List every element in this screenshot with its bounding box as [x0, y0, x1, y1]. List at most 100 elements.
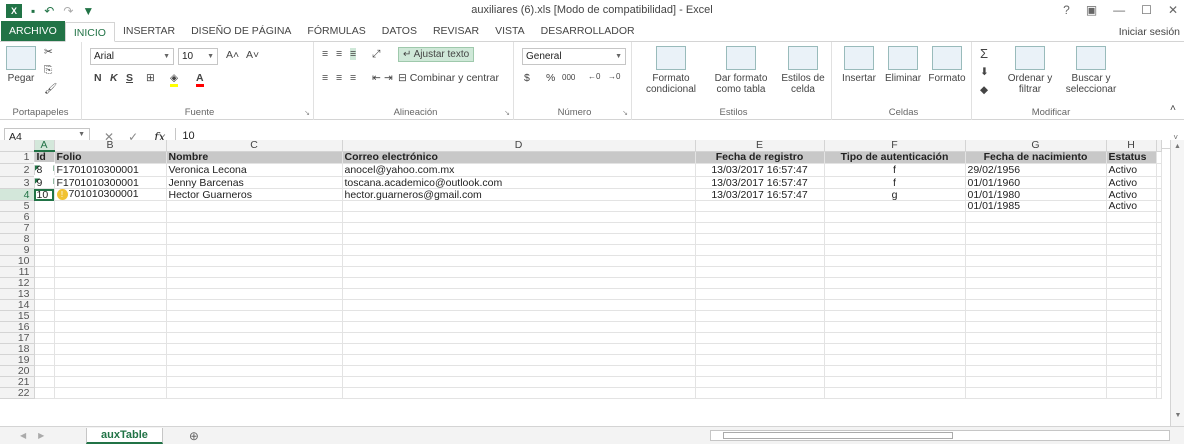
cell[interactable] [34, 376, 55, 388]
redo-icon[interactable]: ↷ [63, 4, 73, 18]
cell[interactable]: f [824, 163, 966, 177]
row-header[interactable]: 15 [0, 310, 35, 322]
cell[interactable] [166, 365, 343, 377]
cell[interactable] [965, 255, 1107, 267]
cell[interactable] [342, 376, 696, 388]
column-title-cell[interactable]: Tipo de autenticación [824, 151, 966, 164]
cell-empty[interactable] [1156, 266, 1162, 278]
cell[interactable] [1106, 321, 1157, 333]
cell[interactable] [342, 365, 696, 377]
row-header[interactable]: 2 [0, 163, 35, 177]
cell[interactable]: 9 [34, 175, 55, 189]
cell[interactable] [965, 211, 1107, 223]
cell[interactable] [824, 310, 966, 322]
cell[interactable]: Activo [1106, 163, 1157, 177]
cell[interactable] [34, 222, 55, 234]
cell[interactable] [54, 255, 167, 267]
maximize-button[interactable]: ☐ [1141, 3, 1152, 17]
shrink-font-icon[interactable]: A˅ [246, 49, 259, 61]
cell[interactable] [342, 332, 696, 344]
cell-empty[interactable] [1156, 163, 1162, 177]
row-header[interactable]: 6 [0, 211, 35, 223]
cell[interactable] [824, 343, 966, 355]
cell[interactable] [166, 288, 343, 300]
cell[interactable] [824, 233, 966, 245]
cell[interactable] [342, 354, 696, 366]
help-icon[interactable]: ? [1063, 3, 1070, 17]
cell-empty[interactable] [1156, 354, 1162, 366]
cell[interactable]: hector.guarneros@gmail.com [342, 188, 696, 201]
cell[interactable] [166, 299, 343, 311]
dialog-launcher-icon[interactable]: ↘ [504, 109, 510, 117]
cell[interactable] [695, 288, 825, 300]
cell-empty[interactable] [1156, 188, 1162, 201]
tab-desarrollador[interactable]: DESARROLLADOR [533, 21, 643, 41]
cut-icon[interactable]: ✂ [44, 46, 53, 58]
cell[interactable] [965, 365, 1107, 377]
cell[interactable]: 13/03/2017 16:57:47 [695, 163, 825, 177]
cell[interactable] [34, 288, 55, 300]
cell[interactable] [54, 332, 167, 344]
column-title-cell[interactable]: Correo electrónico [342, 151, 696, 164]
scroll-thumb[interactable] [723, 432, 953, 439]
cell[interactable] [1106, 288, 1157, 300]
cell[interactable] [54, 387, 167, 399]
increase-indent-icon[interactable]: ⇥ [384, 72, 393, 84]
thousands-button[interactable]: 000 [562, 73, 575, 82]
cell[interactable] [824, 387, 966, 399]
align-middle-icon[interactable]: ≡ [336, 48, 342, 60]
cell[interactable] [342, 288, 696, 300]
row-header[interactable]: 11 [0, 266, 35, 278]
cell[interactable] [1106, 244, 1157, 256]
column-title-cell[interactable]: Folio [54, 151, 167, 164]
currency-button[interactable]: $ [524, 72, 530, 84]
row-header[interactable]: 19 [0, 354, 35, 366]
cell[interactable] [54, 343, 167, 355]
cell[interactable] [34, 354, 55, 366]
cell[interactable] [695, 299, 825, 311]
next-sheet-icon[interactable]: ▶ [38, 431, 44, 440]
cell[interactable] [166, 354, 343, 366]
cell[interactable] [965, 244, 1107, 256]
copy-icon[interactable]: ⎘ [44, 64, 52, 77]
paste-button[interactable]: Pegar [4, 46, 38, 84]
row-header[interactable]: 16 [0, 321, 35, 333]
cell[interactable] [965, 222, 1107, 234]
save-icon[interactable]: ▪ [31, 4, 35, 18]
cell[interactable] [342, 200, 696, 212]
cell[interactable] [1106, 299, 1157, 311]
cell[interactable] [824, 222, 966, 234]
align-top-icon[interactable]: ≡ [322, 48, 328, 60]
cell[interactable] [695, 376, 825, 388]
increase-decimal-icon[interactable]: ←0 [588, 72, 600, 81]
undo-icon[interactable]: ↶ [44, 4, 54, 18]
dialog-launcher-icon[interactable]: ↘ [622, 109, 628, 117]
cell[interactable] [166, 233, 343, 245]
column-header-b[interactable]: B [54, 140, 167, 152]
cell[interactable]: Jenny Barcenas [166, 176, 343, 189]
column-title-cell[interactable]: Fecha de registro [695, 151, 825, 164]
row-header[interactable]: 20 [0, 365, 35, 377]
cell[interactable] [166, 310, 343, 322]
decrease-indent-icon[interactable]: ⇤ [372, 72, 381, 84]
cell[interactable]: F1701010300001 [54, 176, 167, 189]
cell-empty[interactable] [1156, 332, 1162, 344]
column-title-cell[interactable]: Fecha de nacimiento [965, 151, 1107, 164]
cell[interactable] [166, 343, 343, 355]
cell[interactable] [166, 277, 343, 289]
cell[interactable] [166, 222, 343, 234]
cell[interactable] [824, 211, 966, 223]
cell[interactable] [824, 365, 966, 377]
cell[interactable] [695, 244, 825, 256]
cell[interactable] [166, 387, 343, 399]
tab-diseno-pagina[interactable]: DISEÑO DE PÁGINA [183, 21, 299, 41]
cell[interactable] [695, 266, 825, 278]
column-title-cell[interactable]: Estatus [1106, 151, 1157, 164]
cell[interactable] [54, 211, 167, 223]
fill-icon[interactable]: ⬇ [980, 66, 989, 78]
column-title-cell[interactable]: Id [34, 151, 55, 164]
cell[interactable] [824, 277, 966, 289]
column-header-e[interactable]: E [695, 140, 825, 152]
cell[interactable] [965, 321, 1107, 333]
delete-button[interactable]: Eliminar [882, 46, 924, 84]
